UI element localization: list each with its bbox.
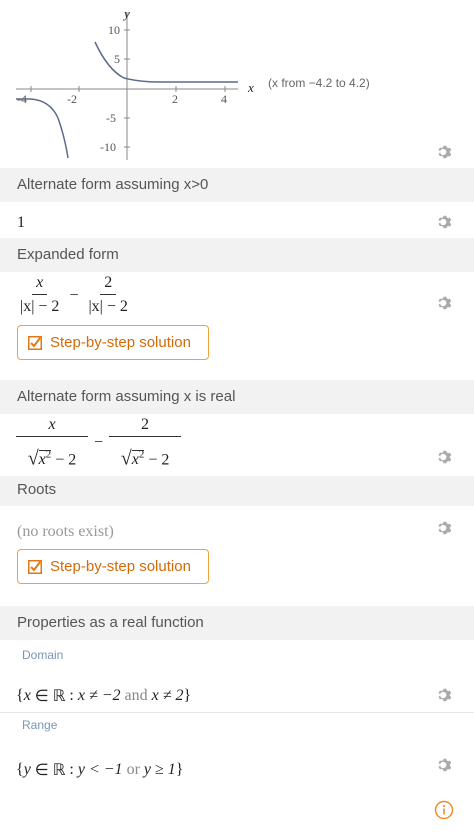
exponent: 2: [138, 449, 145, 461]
roots-pod: (no roots exist) Step-by-step solution: [0, 506, 474, 606]
radicand-tail: − 2: [55, 451, 77, 469]
expanded-form-pod: x |x| − 2 − 2 |x| − 2 Step-by-step solutio…: [0, 272, 474, 378]
radicand-variable: x: [131, 451, 139, 469]
fraction-denominator: |x| − 2: [88, 298, 128, 315]
domain-label: Domain: [22, 648, 64, 662]
gear-icon[interactable]: [436, 519, 454, 537]
condition-2: y ≥ 1: [143, 761, 176, 778]
fraction-numerator: 2: [109, 414, 182, 437]
plot-range-note: (x from −4.2 to 4.2): [268, 76, 370, 90]
colon: :: [69, 761, 74, 778]
section-header-properties: Properties as a real function: [0, 606, 474, 640]
y-tick-label: -10: [100, 140, 116, 154]
reals-symbol: ℝ: [52, 688, 66, 705]
x-axis-label: x: [248, 80, 254, 95]
section-title: Alternate form assuming x is real: [17, 388, 236, 405]
minus-operator: −: [94, 434, 104, 452]
step-by-step-button[interactable]: Step-by-step solution: [17, 325, 209, 360]
section-title: Expanded form: [17, 246, 119, 263]
gear-icon[interactable]: [436, 294, 454, 312]
y-tick-label: -5: [106, 111, 116, 125]
fraction-numerator: 2: [100, 272, 117, 295]
section-header-alt-form-real: Alternate form assuming x is real: [0, 380, 474, 414]
alt-form-real-pod: x √x2 − 2 − 2 √x2 − 2: [0, 414, 474, 476]
step-by-step-button[interactable]: Step-by-step solution: [17, 549, 209, 584]
brace-close: }: [175, 761, 184, 778]
gear-icon[interactable]: [436, 448, 454, 466]
brace-close: }: [183, 687, 192, 704]
radicand-variable: x: [38, 451, 46, 469]
fraction-numerator: x: [32, 272, 48, 295]
section-header-roots: Roots: [0, 476, 474, 506]
x-tick-label: -2: [67, 92, 77, 106]
element-of-symbol: ∈: [34, 688, 49, 705]
section-title: Alternate form assuming x>0: [17, 176, 209, 193]
x-tick-label: -4: [17, 92, 27, 106]
properties-pod: Domain { x ∈ ℝ : x ≠ −2 and x ≠ 2} Range…: [0, 640, 474, 834]
section-title: Properties as a real function: [17, 614, 204, 631]
function-plot: [16, 12, 238, 160]
gear-icon[interactable]: [436, 756, 454, 774]
domain-math: { x ∈ ℝ : x ≠ −2 and x ≠ 2}: [16, 686, 191, 706]
alt-form-positive-pod: 1: [0, 202, 474, 238]
expanded-form-math: x |x| − 2 − 2 |x| − 2: [16, 272, 132, 319]
section-header-expanded-form: Expanded form: [0, 238, 474, 272]
fraction-denominator: √x2 − 2: [120, 447, 170, 470]
condition-2: x ≠ 2: [151, 687, 184, 704]
gear-icon[interactable]: [436, 213, 454, 231]
range-math: { y ∈ ℝ : y < −1 or y ≥ 1}: [16, 760, 183, 780]
alt-form-positive-value: 1: [17, 214, 25, 231]
condition-1: x ≠ −2: [77, 687, 121, 704]
colon: :: [69, 687, 74, 704]
brace-open: {: [16, 761, 24, 778]
disjunction: or: [126, 761, 140, 778]
conjunction: and: [124, 687, 148, 704]
section-title: Roots: [17, 481, 57, 498]
brace-open: {: [16, 687, 24, 704]
fraction-denominator: √x2 − 2: [27, 447, 77, 470]
step-by-step-label: Step-by-step solution: [50, 558, 191, 575]
fraction-numerator: x: [16, 414, 88, 437]
checkbox-icon: [28, 559, 42, 574]
alt-form-real-math: x √x2 − 2 − 2 √x2 − 2: [16, 414, 182, 472]
x-tick-label: 4: [221, 92, 227, 106]
minus-operator: −: [69, 286, 79, 304]
step-by-step-label: Step-by-step solution: [50, 334, 191, 351]
x-tick-label: 2: [172, 92, 178, 106]
roots-value: (no roots exist): [17, 523, 114, 540]
radicand-tail: − 2: [148, 451, 170, 469]
element-of-symbol: ∈: [34, 762, 49, 779]
section-header-alt-form-positive: Alternate form assuming x>0: [0, 168, 474, 202]
plot-area: y x -4 -2 2 4 10 5 -5 -10 (x from −4.2 t…: [0, 0, 474, 168]
set-variable: x: [23, 687, 31, 704]
info-icon[interactable]: [434, 800, 454, 820]
reals-symbol: ℝ: [52, 762, 66, 779]
fraction-denominator: |x| − 2: [20, 298, 60, 315]
y-tick-label: 10: [108, 23, 120, 37]
gear-icon[interactable]: [436, 143, 454, 161]
gear-icon[interactable]: [436, 686, 454, 704]
set-variable: y: [23, 761, 31, 778]
divider: [0, 712, 474, 713]
condition-1: y < −1: [77, 761, 123, 778]
y-tick-label: 5: [114, 52, 120, 66]
curve-left: [16, 98, 69, 159]
exponent: 2: [45, 449, 52, 461]
range-label: Range: [22, 718, 58, 732]
y-axis-label: y: [124, 6, 130, 21]
checkbox-icon: [28, 335, 42, 350]
